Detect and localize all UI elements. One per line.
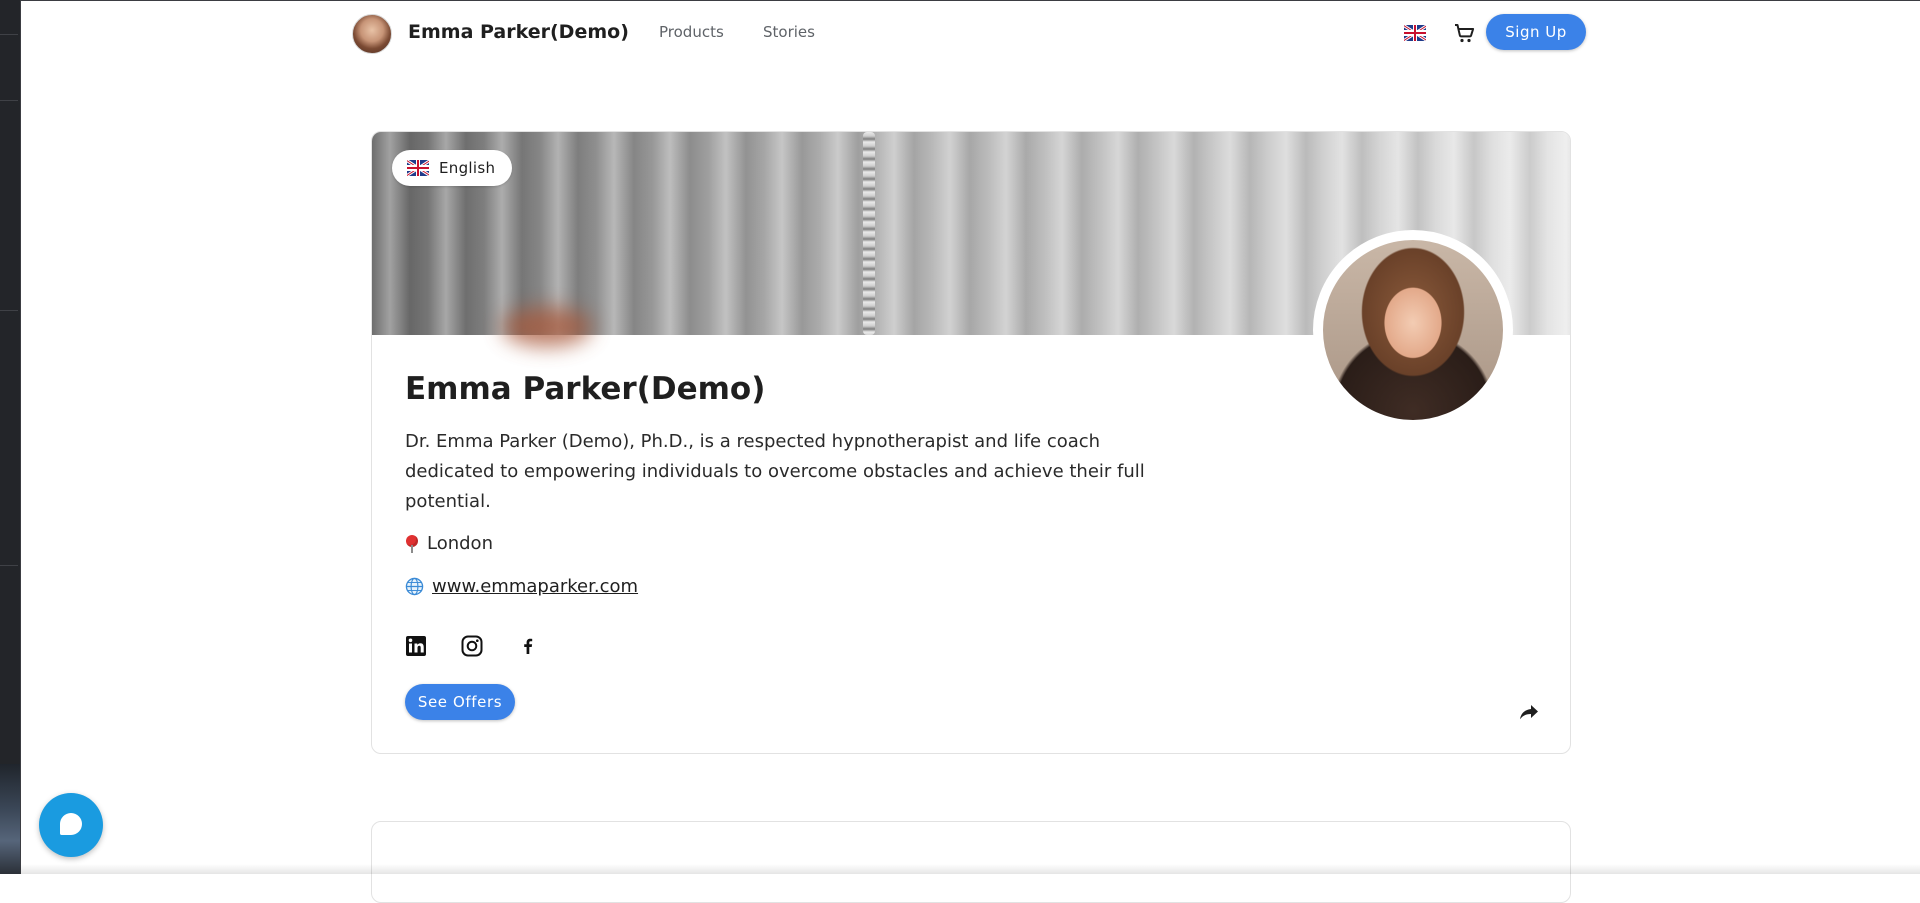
chat-launcher-button[interactable] xyxy=(39,793,103,857)
uk-flag-icon[interactable] xyxy=(1404,25,1426,41)
website-link[interactable]: www.emmaparker.com xyxy=(432,576,638,597)
location-text: London xyxy=(427,533,493,554)
instagram-icon[interactable] xyxy=(461,635,483,657)
window-top-border xyxy=(20,0,1920,1)
language-selector[interactable]: English xyxy=(392,150,513,186)
profile-photo xyxy=(1313,230,1513,430)
bottom-shadow xyxy=(20,864,1920,874)
location-row: London xyxy=(405,533,493,554)
uk-flag-icon xyxy=(407,160,429,176)
sign-up-button[interactable]: Sign Up xyxy=(1486,14,1586,50)
profile-card: English Emma Parker(Demo) Dr. Emma Parke… xyxy=(371,131,1571,754)
language-label: English xyxy=(439,159,496,177)
location-pin-icon xyxy=(405,534,419,553)
brand-avatar[interactable] xyxy=(352,14,392,54)
chat-bubble-icon xyxy=(60,813,82,835)
linkedin-icon[interactable] xyxy=(405,635,427,657)
nav-stories[interactable]: Stories xyxy=(763,23,815,41)
profile-bio: Dr. Emma Parker (Demo), Ph.D., is a resp… xyxy=(405,431,1145,512)
brand-name[interactable]: Emma Parker(Demo) xyxy=(408,21,629,43)
nav-products[interactable]: Products xyxy=(659,23,724,41)
share-icon[interactable] xyxy=(1518,702,1540,722)
cart-icon[interactable] xyxy=(1452,21,1476,45)
side-panel-thumbnail xyxy=(0,764,20,874)
globe-icon xyxy=(405,577,424,596)
see-offers-button[interactable]: See Offers xyxy=(405,684,515,720)
profile-name: Emma Parker(Demo) xyxy=(405,371,766,407)
facebook-icon[interactable] xyxy=(517,635,539,657)
secondary-card xyxy=(371,821,1571,903)
site-header: Emma Parker(Demo) Products Stories Sign … xyxy=(352,12,1588,56)
side-panel-strip xyxy=(0,0,21,874)
website-row: www.emmaparker.com xyxy=(405,576,638,597)
